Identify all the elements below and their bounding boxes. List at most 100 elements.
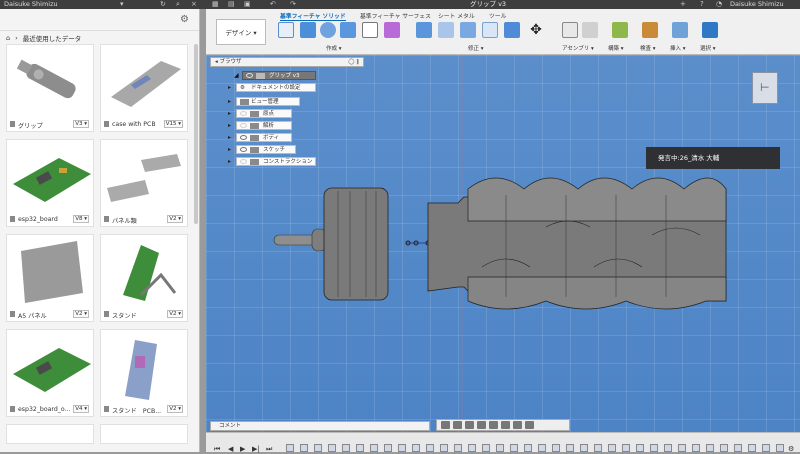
revolve-icon[interactable] — [320, 22, 336, 38]
user-name[interactable]: Daisuke Shimizu — [4, 0, 58, 9]
timeline-feature[interactable] — [748, 444, 756, 452]
file-card[interactable]: A5 パネル V2 ▾ — [6, 234, 94, 322]
version-badge[interactable]: V15 ▾ — [163, 120, 183, 128]
caret-right-icon[interactable]: ▸ — [228, 158, 231, 166]
file-icon[interactable]: ▤ — [228, 0, 235, 9]
caret-right-icon[interactable]: ▸ — [228, 134, 231, 142]
timeline-feature[interactable] — [580, 444, 588, 452]
tree-item-analysis[interactable]: ▸ 解析 — [228, 121, 292, 130]
group-create[interactable]: 作成 ▾ — [326, 44, 342, 52]
file-card[interactable]: case with PCB V15 ▾ — [100, 44, 188, 132]
file-card[interactable]: グリップ V3 ▾ — [6, 44, 94, 132]
timeline-feature[interactable] — [594, 444, 602, 452]
timeline-feature[interactable] — [314, 444, 322, 452]
comment-panel[interactable]: コメント — [210, 421, 430, 431]
timeline-feature[interactable] — [510, 444, 518, 452]
chevron-down-icon[interactable]: ▾ — [120, 0, 124, 9]
timeline-feature[interactable] — [356, 444, 364, 452]
shell-icon[interactable] — [460, 22, 476, 38]
timeline-feature[interactable] — [454, 444, 462, 452]
timeline-feature[interactable] — [524, 444, 532, 452]
file-card[interactable] — [6, 424, 94, 444]
grid-icon[interactable]: ▦ — [212, 0, 219, 9]
file-card[interactable]: スタンド V2 ▾ — [100, 234, 188, 322]
group-insert[interactable]: 挿入 ▾ — [670, 44, 686, 52]
timeline-feature[interactable] — [608, 444, 616, 452]
version-badge[interactable]: V3 ▾ — [73, 120, 89, 128]
search-icon[interactable]: ⌕ — [176, 0, 180, 9]
caret-right-icon[interactable]: ▸ — [228, 122, 231, 130]
timeline-feature[interactable] — [440, 444, 448, 452]
component-icon[interactable] — [562, 22, 578, 38]
timeline-feature[interactable] — [664, 444, 672, 452]
group-construct[interactable]: 構築 ▾ — [608, 44, 624, 52]
tab-tools[interactable]: ツール — [489, 11, 506, 20]
caret-right-icon[interactable]: ▸ — [228, 146, 231, 154]
timeline-feature[interactable] — [370, 444, 378, 452]
version-badge[interactable]: V8 ▾ — [73, 215, 89, 223]
tree-item-bodies[interactable]: ▸ ボディ — [228, 133, 292, 142]
timeline-feature[interactable] — [706, 444, 714, 452]
tree-item-named-views[interactable]: ▸ ビュー管理 — [228, 97, 300, 106]
browser-close-icon[interactable]: ◯ ‖ — [348, 58, 359, 67]
version-badge[interactable]: V4 ▾ — [73, 405, 89, 413]
save-icon[interactable]: ▣ — [244, 0, 251, 9]
tab-surface[interactable]: 基準フィーチャ サーフェス — [360, 11, 431, 20]
file-card[interactable]: パネル類 V2 ▾ — [100, 139, 188, 227]
group-inspect[interactable]: 検査 ▾ — [640, 44, 656, 52]
fit-icon[interactable] — [489, 421, 498, 429]
caret-right-icon[interactable]: ▸ — [228, 98, 231, 106]
group-assemble[interactable]: アセンブリ ▾ — [562, 44, 594, 52]
measure-icon[interactable] — [642, 22, 658, 38]
tree-root[interactable]: ◢ グリップ v3 — [234, 71, 316, 80]
timeline-feature[interactable] — [734, 444, 742, 452]
timeline-feature[interactable] — [650, 444, 658, 452]
timeline-feature[interactable] — [538, 444, 546, 452]
timeline-feature[interactable] — [482, 444, 490, 452]
timeline-feature[interactable] — [678, 444, 686, 452]
tree-item-document-settings[interactable]: ▸ ⚙ ドキュメントの設定 — [228, 83, 316, 92]
loft-icon[interactable] — [362, 22, 378, 38]
file-card[interactable]: esp32_board V8 ▾ — [6, 139, 94, 227]
timeline-feature[interactable] — [776, 444, 784, 452]
timeline-feature[interactable] — [412, 444, 420, 452]
pan-icon[interactable] — [465, 421, 474, 429]
orbit-icon[interactable] — [441, 421, 450, 429]
canvas-viewport[interactable]: ◂ ブラウザ ◯ ‖ ◢ グリップ v3 ▸ ⚙ ドキュメントの設定 ▸ ビュー… — [206, 55, 800, 432]
timeline-feature[interactable] — [552, 444, 560, 452]
view-cube[interactable]: ⊢ — [752, 72, 778, 104]
version-badge[interactable]: V2 ▾ — [167, 310, 183, 318]
caret-right-icon[interactable]: ▸ — [228, 84, 231, 92]
visibility-icon[interactable] — [240, 147, 247, 152]
timeline-feature[interactable] — [384, 444, 392, 452]
breadcrumb-label[interactable]: 最近使用したデータ — [23, 33, 82, 43]
timeline-feature[interactable] — [566, 444, 574, 452]
extrude-icon[interactable] — [300, 22, 316, 38]
data-panel-scrollbar[interactable] — [194, 44, 198, 224]
notification-icon[interactable]: ◔ — [716, 0, 722, 9]
first-step-icon[interactable]: ⏮ — [214, 445, 220, 454]
visibility-icon[interactable] — [240, 135, 247, 140]
viewports-icon[interactable] — [525, 421, 534, 429]
tree-item-sketches[interactable]: ▸ スケッチ — [228, 145, 296, 154]
joint-icon[interactable] — [582, 22, 598, 38]
refresh-icon[interactable]: ↻ — [160, 0, 166, 9]
version-badge[interactable]: V2 ▾ — [73, 310, 89, 318]
home-icon[interactable]: ⌂ — [6, 34, 10, 42]
gear-icon[interactable]: ⚙ — [180, 14, 189, 25]
file-card[interactable]: esp32_board_o... V4 ▾ — [6, 329, 94, 417]
visibility-icon[interactable] — [246, 73, 253, 78]
press-pull-icon[interactable] — [416, 22, 432, 38]
tree-item-origin[interactable]: ▸ 原点 — [228, 109, 292, 118]
timeline-feature[interactable] — [468, 444, 476, 452]
look-at-icon[interactable] — [453, 421, 462, 429]
new-sketch-icon[interactable] — [278, 22, 294, 38]
file-card[interactable] — [100, 424, 188, 444]
move-icon[interactable]: ✥ — [528, 22, 544, 38]
sweep-icon[interactable] — [340, 22, 356, 38]
browser-panel-header[interactable]: ◂ ブラウザ ◯ ‖ — [210, 57, 364, 67]
combine-icon[interactable] — [504, 22, 520, 38]
timeline-feature[interactable] — [300, 444, 308, 452]
timeline-feature[interactable] — [692, 444, 700, 452]
tab-sheet-metal[interactable]: シート メタル — [438, 11, 475, 20]
